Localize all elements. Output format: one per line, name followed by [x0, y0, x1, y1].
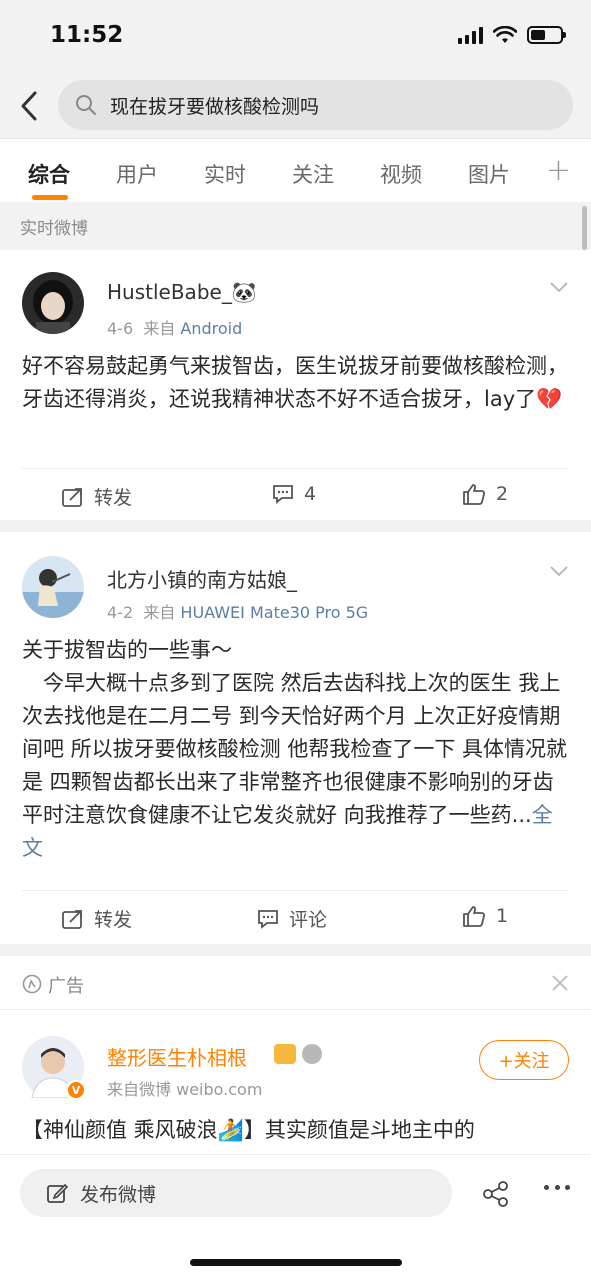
post-card: 北方小镇的南方姑娘_ 4-2 来自 HUAWEI Mate30 Pro 5G 关… — [0, 532, 591, 942]
wifi-icon — [493, 26, 517, 43]
status-bar: 11:52 — [0, 0, 591, 74]
ad-label: 广告 — [48, 976, 84, 997]
divider — [0, 520, 591, 532]
ad-source: weibo.com — [176, 1080, 263, 1099]
battery-level — [531, 30, 545, 40]
home-indicator — [190, 1259, 402, 1266]
divider — [0, 944, 591, 956]
section-label: 实时微博 — [20, 219, 88, 239]
repost-icon — [62, 909, 82, 929]
post-date: 4-6 — [107, 319, 134, 338]
post-username[interactable]: 北方小镇的南方姑娘_ — [107, 564, 297, 593]
thumbs-up-icon — [463, 484, 486, 505]
cellular-signal-icon — [458, 26, 483, 44]
comment-count: 4 — [304, 483, 317, 505]
post-date: 4-2 — [107, 603, 134, 622]
more-icon[interactable] — [544, 1185, 570, 1193]
active-tab-indicator — [32, 195, 68, 200]
status-icons — [458, 26, 566, 44]
compose-button[interactable]: 发布微博 — [20, 1169, 452, 1217]
ad-text[interactable]: 【神仙颜值 乘风破浪🏄】其实颜值是斗地主中的 — [22, 1114, 569, 1147]
battery-icon — [527, 26, 566, 44]
post-meta: 4-6 来自 Android — [107, 315, 242, 339]
avatar[interactable] — [22, 556, 84, 618]
repost-label: 转发 — [94, 487, 133, 509]
tab-comprehensive[interactable]: 综合 — [28, 159, 70, 189]
edit-icon — [47, 1183, 68, 1203]
post-source[interactable]: Android — [180, 319, 242, 338]
verified-badge-icon: V — [66, 1080, 86, 1100]
tab-video[interactable]: 视频 — [380, 159, 422, 189]
ad-post-card: V 整形医生朴相根 来自微博 weibo.com +关注 【神仙颜值 乘风破浪🏄… — [0, 1010, 591, 1154]
post-text-body: 今早大概十点多到了医院 然后去齿科找上次的医生 我上次去找他是在二月二号 到今天… — [22, 671, 568, 827]
back-icon[interactable] — [14, 86, 44, 126]
post-username[interactable]: HustleBabe_🐼 — [107, 280, 257, 304]
comment-icon — [273, 485, 293, 504]
ad-meta: 来自微博 weibo.com — [107, 1076, 262, 1100]
comment-label: 评论 — [289, 909, 328, 931]
post-card: HustleBabe_🐼 4-6 来自 Android 好不容易鼓起勇气来拔智齿… — [0, 250, 591, 520]
like-count: 2 — [496, 483, 509, 505]
share-icon[interactable] — [482, 1181, 510, 1207]
chevron-down-icon[interactable] — [549, 280, 569, 294]
search-icon — [76, 95, 96, 115]
member-crown-icon — [274, 1044, 296, 1064]
search-query: 现在拔牙要做核酸检测吗 — [110, 95, 320, 118]
like-button[interactable]: 1 — [462, 905, 508, 927]
add-tab-button[interactable]: + — [546, 153, 571, 188]
tab-images[interactable]: 图片 — [468, 159, 510, 189]
compose-label: 发布微博 — [80, 1183, 157, 1206]
post-text-title: 关于拔智齿的一些事～ — [22, 638, 232, 662]
post-text[interactable]: 好不容易鼓起勇气来拔智齿，医生说拔牙前要做核酸检测，牙齿还得消炎，还说我精神状态… — [22, 350, 569, 416]
repost-icon — [62, 487, 82, 507]
post-text[interactable]: 关于拔智齿的一些事～ 今早大概十点多到了医院 然后去齿科找上次的医生 我上次去找… — [22, 634, 569, 865]
tab-realtime[interactable]: 实时 — [204, 159, 246, 189]
close-icon[interactable] — [551, 974, 569, 992]
post-source[interactable]: HUAWEI Mate30 Pro 5G — [180, 603, 368, 622]
repost-button[interactable]: 转发 — [62, 483, 132, 510]
avatar[interactable]: V — [22, 1036, 86, 1100]
avatar[interactable] — [22, 272, 84, 334]
tab-users[interactable]: 用户 — [116, 159, 158, 189]
ad-source-prefix: 来自微博 — [107, 1080, 172, 1099]
chevron-down-icon[interactable] — [549, 564, 569, 578]
ad-username[interactable]: 整形医生朴相根 — [107, 1042, 247, 1071]
ad-header: 广告 — [0, 958, 591, 1010]
comment-icon — [258, 909, 278, 929]
post-actions: 转发 4 2 — [22, 468, 569, 520]
like-count: 1 — [496, 905, 509, 927]
medal-icon — [302, 1044, 322, 1064]
repost-button[interactable]: 转发 — [62, 905, 132, 932]
section-header: 实时微博 — [0, 202, 591, 250]
repost-label: 转发 — [94, 909, 133, 931]
comment-button[interactable]: 4 — [272, 483, 316, 505]
scrollbar[interactable] — [582, 206, 587, 250]
bottom-bar: 发布微博 — [0, 1154, 591, 1279]
search-input[interactable]: 现在拔牙要做核酸检测吗 — [58, 80, 573, 130]
like-button[interactable]: 2 — [462, 483, 508, 505]
post-source-prefix: 来自 — [143, 603, 176, 622]
search-header: 现在拔牙要做核酸检测吗 — [0, 74, 591, 138]
thumbs-up-icon — [463, 906, 486, 927]
post-meta: 4-2 来自 HUAWEI Mate30 Pro 5G — [107, 599, 368, 623]
status-time: 11:52 — [50, 22, 124, 48]
comment-button[interactable]: 评论 — [257, 905, 327, 932]
post-source-prefix: 来自 — [143, 319, 176, 338]
post-actions: 转发 评论 1 — [22, 890, 569, 942]
tab-following[interactable]: 关注 — [292, 159, 334, 189]
ad-icon — [22, 974, 42, 994]
follow-button[interactable]: +关注 — [479, 1040, 569, 1080]
search-tabs: 综合 用户 实时 关注 视频 图片 + — [0, 138, 591, 202]
